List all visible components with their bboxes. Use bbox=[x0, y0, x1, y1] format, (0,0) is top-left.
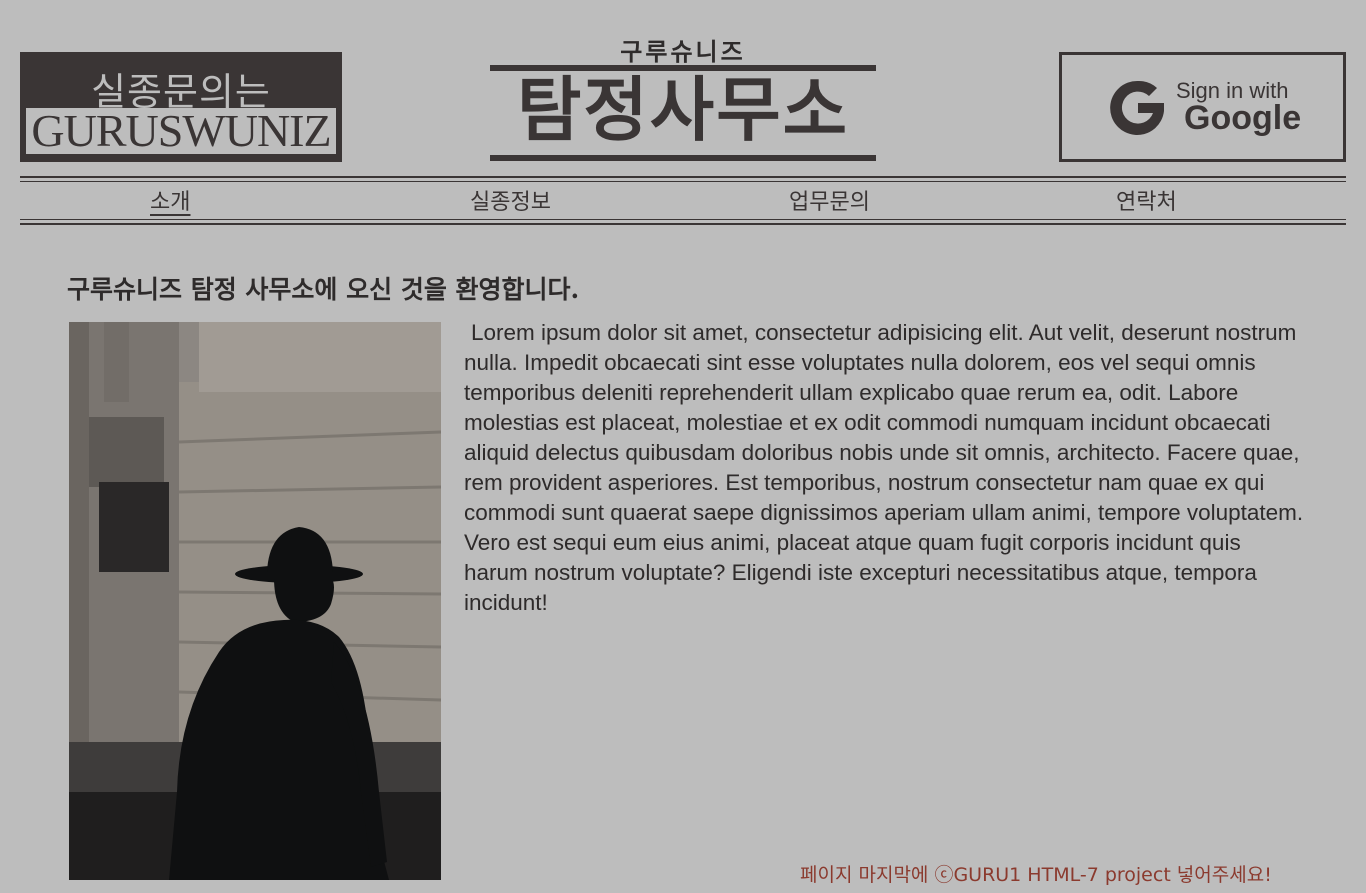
nav-item-intro[interactable]: 소개 bbox=[150, 184, 190, 216]
google-g-icon bbox=[1110, 80, 1164, 135]
masthead-bottom-rule bbox=[490, 155, 876, 161]
page: 실종문의는 GURUSWUNIZ 구루슈니즈 탐정사무소 Sign in wit… bbox=[0, 0, 1366, 893]
detective-photo bbox=[69, 322, 441, 880]
google-signin-button[interactable]: Sign in with Google bbox=[1059, 52, 1346, 162]
logo-bottom-text: GURUSWUNIZ bbox=[31, 105, 331, 156]
detective-silhouette-photo bbox=[69, 322, 441, 880]
masthead-subtitle: 구루슈니즈 bbox=[620, 38, 746, 66]
nav-top-rule-1 bbox=[20, 176, 1346, 178]
signin-line2: Google bbox=[1184, 99, 1302, 137]
intro-body-text: Lorem ipsum dolor sit amet, consectetur … bbox=[464, 320, 1304, 615]
masthead-title: 탐정사무소 bbox=[517, 69, 849, 151]
masthead: 구루슈니즈 탐정사무소 bbox=[490, 30, 876, 164]
nav-item-inquiry[interactable]: 업무문의 bbox=[789, 184, 870, 216]
footer-note: 페이지 마지막에 ⓒGURU1 HTML-7 project 넣어주세요! bbox=[800, 864, 1272, 886]
main-nav: 소개 실종정보 업무문의 연락처 bbox=[20, 180, 1346, 220]
logo[interactable]: 실종문의는 GURUSWUNIZ bbox=[20, 52, 342, 162]
nav-item-missing-info[interactable]: 실종정보 bbox=[470, 184, 551, 216]
nav-bottom-rule-2 bbox=[20, 223, 1346, 225]
nav-bottom-rule-1 bbox=[20, 219, 1346, 220]
logo-inner-band: GURUSWUNIZ bbox=[26, 108, 336, 154]
welcome-heading: 구루슈니즈 탐정 사무소에 오신 것을 환영합니다. bbox=[67, 275, 580, 304]
nav-item-contact[interactable]: 연락처 bbox=[1116, 184, 1177, 216]
